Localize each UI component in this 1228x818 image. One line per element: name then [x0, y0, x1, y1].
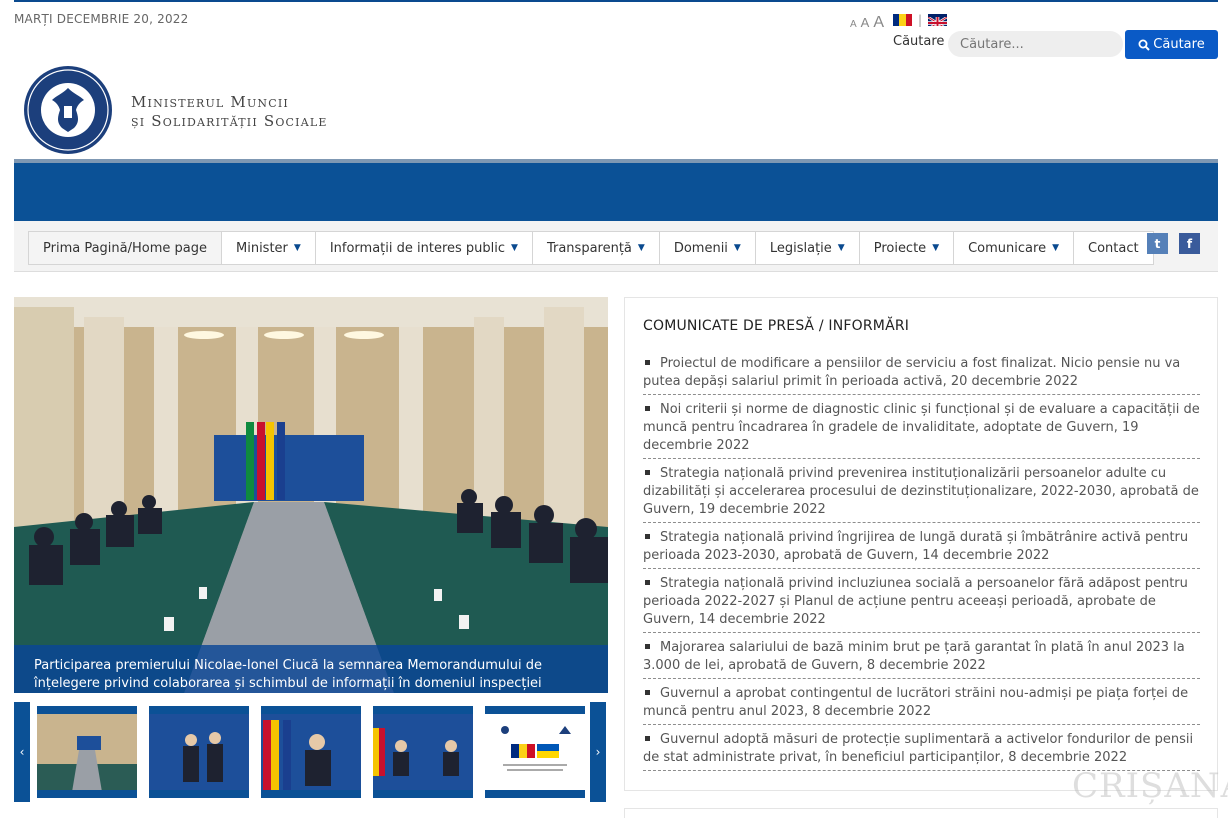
font-size-small-button[interactable]: A	[850, 19, 857, 30]
press-releases-list: Proiectul de modificare a pensiilor de s…	[643, 354, 1200, 776]
slider-thumbnail[interactable]	[149, 706, 249, 798]
ministry-name[interactable]: Ministerul Muncii și Solidarității Socia…	[131, 93, 328, 131]
hero-slider[interactable]: Participarea premierului Nicolae-Ionel C…	[14, 297, 608, 693]
current-date: MARȚI DECEMBRIE 20, 2022	[14, 12, 189, 26]
search-button-label: Căutare	[1153, 37, 1205, 52]
slider-thumbnail[interactable]	[37, 706, 137, 798]
chevron-down-icon: ▼	[1052, 243, 1059, 253]
list-item[interactable]: Strategia națională privind îngrijirea d…	[643, 528, 1200, 569]
list-item[interactable]: Majorarea salariului de bază minim brut …	[643, 638, 1200, 679]
slider-thumbnail[interactable]	[485, 706, 585, 798]
bullet-icon	[645, 690, 650, 695]
list-item[interactable]: Strategia națională privind incluziunea …	[643, 574, 1200, 633]
chevron-down-icon: ▼	[637, 243, 645, 253]
next-panel-edge	[624, 808, 1218, 818]
nav-item-contact[interactable]: Contact	[1074, 232, 1153, 264]
top-border	[14, 0, 1218, 2]
slider-thumbnail[interactable]	[261, 706, 361, 798]
font-size-medium-button[interactable]: A	[861, 15, 870, 30]
nav-item-projects[interactable]: Proiecte ▼	[860, 232, 955, 264]
language-switcher: |	[893, 13, 948, 27]
nav-item-minister[interactable]: Minister ▼	[222, 232, 316, 264]
slide-caption[interactable]: Participarea premierului Nicolae-Ionel C…	[14, 645, 608, 693]
flag-uk-icon[interactable]	[928, 14, 948, 26]
slider-next-arrow-icon[interactable]: ›	[590, 702, 606, 802]
ministry-name-line2: și Solidarității Sociale	[131, 112, 328, 130]
nav-item-domains[interactable]: Domenii ▼	[660, 232, 756, 264]
search-input[interactable]	[948, 31, 1123, 57]
facebook-icon[interactable]: f	[1179, 233, 1200, 254]
chevron-down-icon: ▼	[733, 243, 741, 253]
bullet-icon	[645, 736, 650, 741]
slider-thumbnail[interactable]	[373, 706, 473, 798]
bullet-icon	[645, 360, 650, 365]
slide-photo	[14, 297, 608, 693]
ministry-name-line1: Ministerul Muncii	[131, 93, 289, 111]
font-size-large-button[interactable]: A	[873, 14, 884, 32]
nav-item-legislation[interactable]: Legislație ▼	[756, 232, 860, 264]
bullet-icon	[645, 470, 650, 475]
chevron-down-icon: ▼	[511, 243, 518, 253]
flag-romania-icon[interactable]	[893, 14, 912, 26]
press-releases-title: COMUNICATE DE PRESĂ / INFORMĂRI	[643, 318, 910, 334]
search-button[interactable]: Căutare	[1125, 30, 1218, 59]
main-navigation-bar: Prima Pagină/Home page Minister ▼ Informa…	[14, 221, 1218, 272]
slider-prev-arrow-icon[interactable]: ‹	[14, 702, 30, 802]
government-seal-logo[interactable]	[22, 64, 114, 156]
font-size-controls: A A A	[850, 14, 884, 32]
list-item[interactable]: Proiectul de modificare a pensiilor de s…	[643, 354, 1200, 395]
nav-item-public-info[interactable]: Informații de interes public ▼	[316, 232, 533, 264]
watermark: CRIȘANA	[1072, 766, 1228, 806]
nav-item-home[interactable]: Prima Pagină/Home page	[29, 232, 222, 264]
search-label: Căutare	[893, 34, 945, 49]
nav-item-communication[interactable]: Comunicare ▼	[954, 232, 1074, 264]
list-item[interactable]: Guvernul adoptă măsuri de protecție supl…	[643, 730, 1200, 771]
list-item[interactable]: Strategia națională privind prevenirea i…	[643, 464, 1200, 523]
header-banner	[14, 163, 1218, 221]
press-releases-panel: COMUNICATE DE PRESĂ / INFORMĂRI Proiectu…	[624, 297, 1218, 791]
chevron-down-icon: ▼	[293, 243, 301, 253]
list-item[interactable]: Noi criterii și norme de diagnostic clin…	[643, 400, 1200, 459]
list-item[interactable]: Guvernul a aprobat contingentul de lucră…	[643, 684, 1200, 725]
chevron-down-icon: ▼	[932, 243, 940, 253]
search-icon	[1138, 39, 1151, 51]
main-navigation: Prima Pagină/Home page Minister ▼ Informa…	[28, 231, 1154, 265]
nav-item-transparency[interactable]: Transparență ▼	[533, 232, 660, 264]
twitter-icon[interactable]: t	[1147, 233, 1168, 254]
bullet-icon	[645, 644, 650, 649]
bullet-icon	[645, 534, 650, 539]
bullet-icon	[645, 406, 650, 411]
chevron-down-icon: ▼	[837, 243, 845, 253]
flag-separator: |	[918, 13, 923, 27]
bullet-icon	[645, 580, 650, 585]
slider-thumbnails: ‹ ›	[14, 702, 608, 802]
